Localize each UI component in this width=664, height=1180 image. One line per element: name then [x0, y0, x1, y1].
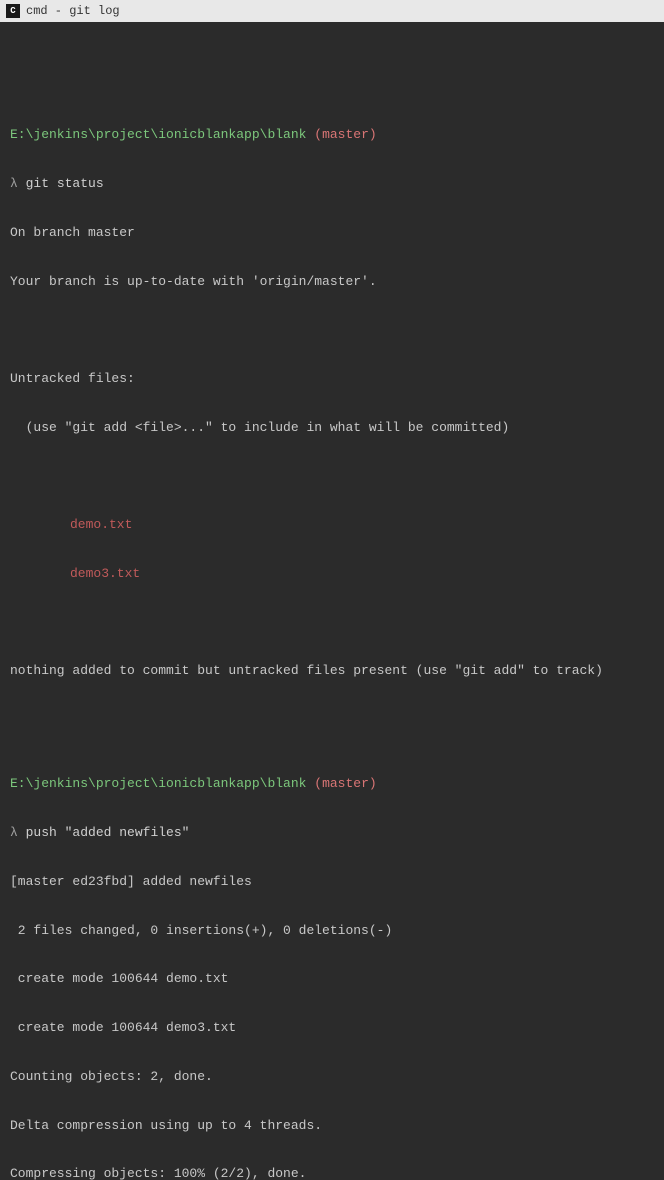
command-git-status: git status [26, 176, 104, 191]
prompt-symbol: λ [10, 176, 18, 191]
command-push: push "added newfiles" [26, 825, 190, 840]
untracked-file: demo.txt [70, 517, 132, 533]
output-line: nothing added to commit but untracked fi… [10, 663, 654, 679]
terminal-output[interactable]: E:\jenkins\project\ionicblankapp\blank (… [0, 22, 664, 1180]
prompt-path: E:\jenkins\project\ionicblankapp\blank [10, 776, 306, 791]
output-line: Compressing objects: 100% (2/2), done. [10, 1166, 654, 1180]
prompt-branch: (master) [314, 776, 376, 791]
output-line: 2 files changed, 0 insertions(+), 0 dele… [10, 923, 654, 939]
output-line: Delta compression using up to 4 threads. [10, 1118, 654, 1134]
output-line: On branch master [10, 225, 654, 241]
window-title: cmd - git log [26, 4, 120, 19]
output-line: Untracked files: [10, 371, 654, 387]
output-line: Your branch is up-to-date with 'origin/m… [10, 274, 654, 290]
output-line: create mode 100644 demo.txt [10, 971, 654, 987]
prompt-symbol: λ [10, 825, 18, 840]
window-titlebar: C cmd - git log [0, 0, 664, 22]
output-line: (use "git add <file>..." to include in w… [10, 420, 654, 436]
untracked-file: demo3.txt [70, 566, 140, 582]
prompt-path: E:\jenkins\project\ionicblankapp\blank [10, 127, 306, 142]
cmd-icon: C [6, 4, 20, 18]
output-line: [master ed23fbd] added newfiles [10, 874, 654, 890]
prompt-branch: (master) [314, 127, 376, 142]
output-line: Counting objects: 2, done. [10, 1069, 654, 1085]
output-line: create mode 100644 demo3.txt [10, 1020, 654, 1036]
